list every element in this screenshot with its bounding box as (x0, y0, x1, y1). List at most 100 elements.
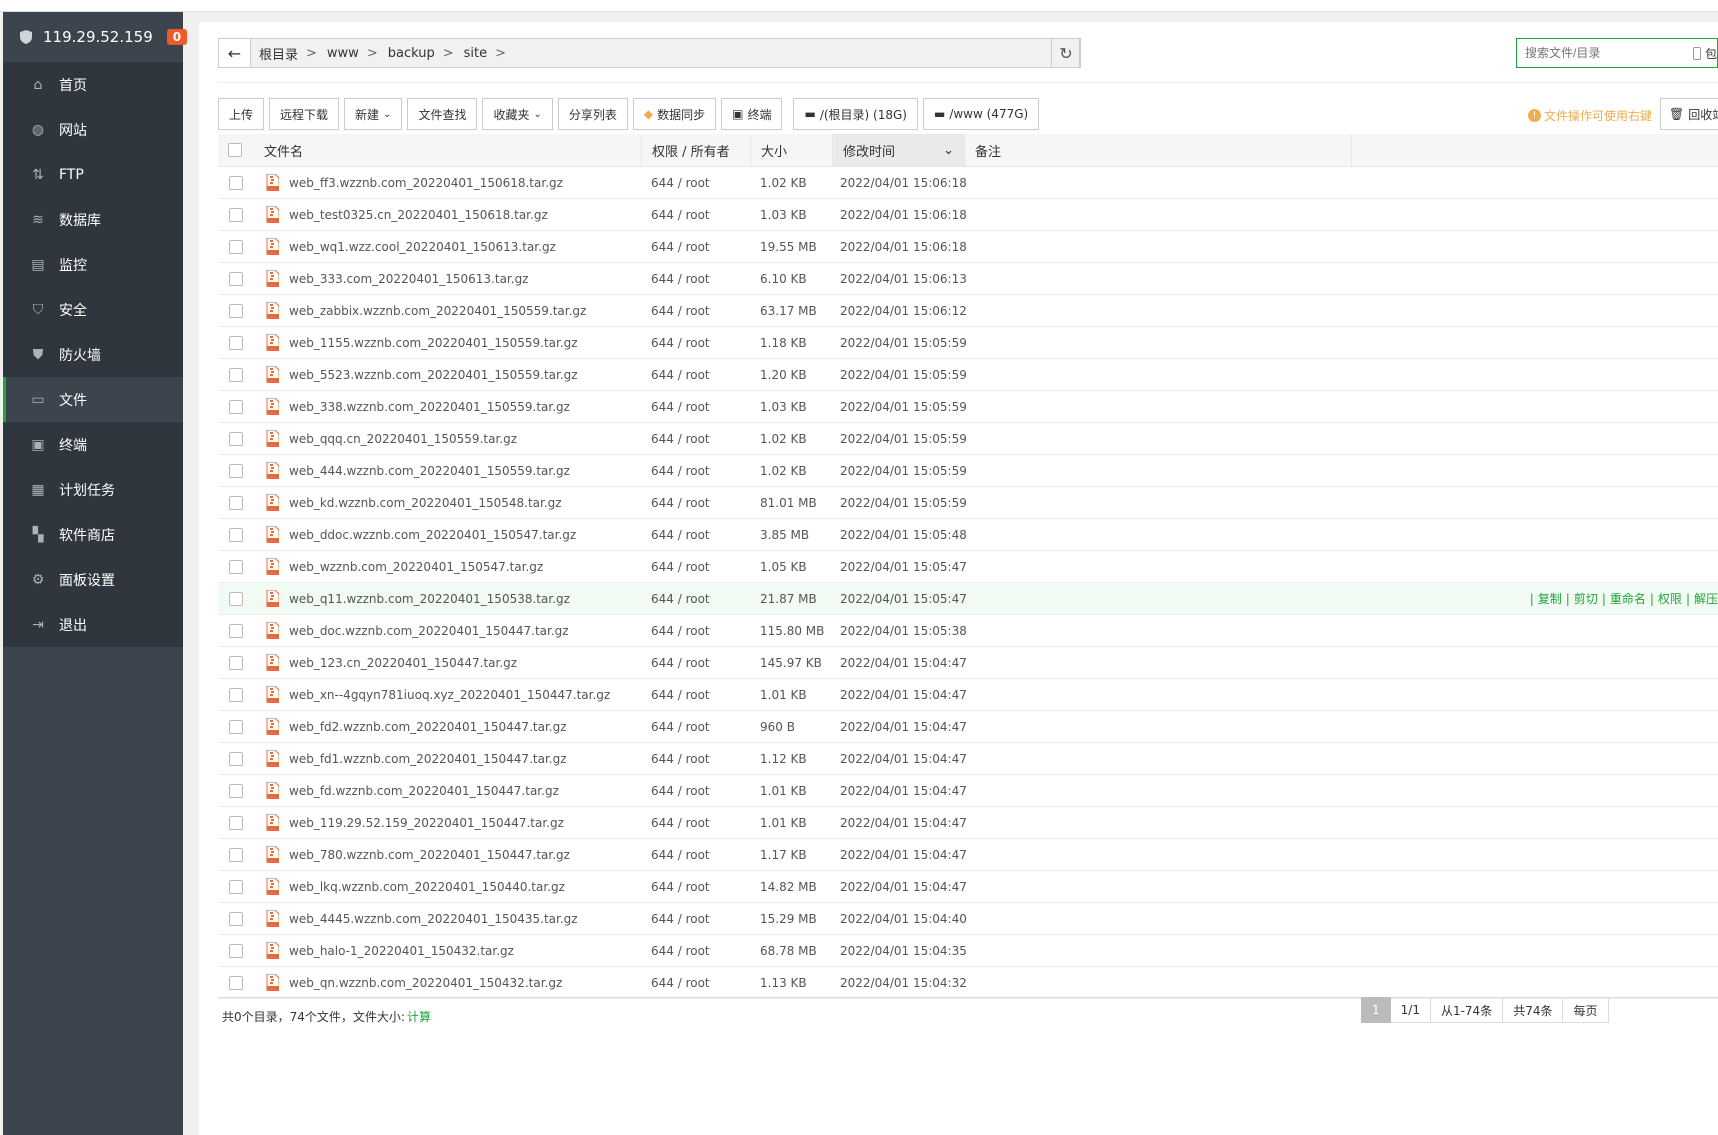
recycle-bin-button[interactable]: 🗑回收站 (1660, 98, 1718, 130)
table-row[interactable]: web_ff3.wzznb.com_20220401_150618.tar.gz… (218, 167, 1718, 199)
row-checkbox[interactable] (229, 527, 243, 542)
file-permission[interactable]: 644 / root (642, 208, 751, 222)
file-permission[interactable]: 644 / root (642, 656, 751, 670)
table-row[interactable]: web_test0325.cn_20220401_150618.tar.gz 64… (218, 199, 1718, 231)
file-permission[interactable]: 644 / root (642, 336, 751, 350)
row-checkbox[interactable] (229, 399, 243, 414)
row-checkbox[interactable] (229, 911, 243, 926)
page-size-select[interactable]: 每页 (1563, 997, 1609, 1023)
table-row[interactable]: web_qqq.cn_20220401_150559.tar.gz 644 / r… (218, 423, 1718, 455)
sidebar-item[interactable]: ▣ 终端 (3, 422, 183, 467)
file-name-cell[interactable]: web_ff3.wzznb.com_20220401_150618.tar.gz (254, 173, 642, 192)
file-name-cell[interactable]: web_zabbix.wzznb.com_20220401_150559.tar… (254, 301, 642, 320)
table-row[interactable]: web_zabbix.wzznb.com_20220401_150559.tar… (218, 295, 1718, 327)
sidebar-item[interactable]: ▭ 文件 (3, 377, 183, 422)
file-name[interactable]: web_wzznb.com_20220401_150547.tar.gz (289, 560, 543, 574)
table-row[interactable]: web_xn--4gqyn781iuoq.xyz_20220401_150447… (218, 679, 1718, 711)
file-name-cell[interactable]: web_4445.wzznb.com_20220401_150435.tar.g… (254, 909, 642, 928)
row-checkbox[interactable] (229, 591, 243, 606)
file-name[interactable]: web_ff3.wzznb.com_20220401_150618.tar.gz (289, 176, 563, 190)
table-row[interactable]: web_123.cn_20220401_150447.tar.gz 644 / r… (218, 647, 1718, 679)
file-name[interactable]: web_lkq.wzznb.com_20220401_150440.tar.gz (289, 880, 565, 894)
file-name-cell[interactable]: web_123.cn_20220401_150447.tar.gz (254, 653, 642, 672)
share-list-button[interactable]: 分享列表 (557, 98, 628, 130)
table-row[interactable]: web_fd.wzznb.com_20220401_150447.tar.gz 6… (218, 775, 1718, 807)
sidebar-item[interactable]: ▤ 监控 (3, 242, 183, 287)
file-name[interactable]: web_qqq.cn_20220401_150559.tar.gz (289, 432, 517, 446)
file-name-cell[interactable]: web_fd2.wzznb.com_20220401_150447.tar.gz (254, 717, 642, 736)
breadcrumb-item[interactable]: www (327, 46, 359, 61)
row-checkbox[interactable] (229, 303, 243, 318)
column-name[interactable]: 文件名 (254, 133, 642, 167)
row-checkbox[interactable] (229, 559, 243, 574)
calculate-link[interactable]: 计算 (407, 1008, 431, 1025)
file-name-cell[interactable]: web_q11.wzznb.com_20220401_150538.tar.gz (254, 589, 642, 608)
file-name-cell[interactable]: web_fd.wzznb.com_20220401_150447.tar.gz (254, 781, 642, 800)
file-name[interactable]: web_4445.wzznb.com_20220401_150435.tar.g… (289, 912, 578, 926)
file-permission[interactable]: 644 / root (642, 912, 751, 926)
notification-badge[interactable]: 0 (166, 29, 188, 45)
file-name-cell[interactable]: web_test0325.cn_20220401_150618.tar.gz (254, 205, 642, 224)
column-modified-time[interactable]: 修改时间 ⌄ (833, 133, 965, 167)
table-row[interactable]: web_333.com_20220401_150613.tar.gz 644 / … (218, 263, 1718, 295)
file-name[interactable]: web_fd.wzznb.com_20220401_150447.tar.gz (289, 784, 559, 798)
disk-root-button[interactable]: ▬/(根目录) (18G) (793, 98, 918, 130)
back-arrow-icon[interactable]: ← (219, 39, 251, 67)
file-name-cell[interactable]: web_wq1.wzz.cool_20220401_150613.tar.gz (254, 237, 642, 256)
file-permission[interactable]: 644 / root (642, 304, 751, 318)
file-name-cell[interactable]: web_fd1.wzznb.com_20220401_150447.tar.gz (254, 749, 642, 768)
refresh-icon[interactable]: ↻ (1051, 38, 1081, 68)
new-button[interactable]: 新建 ⌄ (344, 98, 403, 130)
file-name[interactable]: web_fd2.wzznb.com_20220401_150447.tar.gz (289, 720, 567, 734)
column-permission[interactable]: 权限 / 所有者 (642, 133, 751, 167)
row-checkbox[interactable] (229, 847, 243, 862)
file-permission[interactable]: 644 / root (642, 400, 751, 414)
file-name-cell[interactable]: web_qqq.cn_20220401_150559.tar.gz (254, 429, 642, 448)
row-checkbox[interactable] (229, 175, 243, 190)
file-permission[interactable]: 644 / root (642, 368, 751, 382)
sidebar-item[interactable]: ⛊ 防火墙 (3, 332, 183, 377)
sidebar-item[interactable]: ⇅ FTP (3, 152, 183, 197)
row-action-1[interactable]: 剪切 (1574, 592, 1598, 606)
table-row[interactable]: web_119.29.52.159_20220401_150447.tar.gz… (218, 807, 1718, 839)
file-name-cell[interactable]: web_xn--4gqyn781iuoq.xyz_20220401_150447… (254, 685, 642, 704)
sidebar-item[interactable]: ≋ 数据库 (3, 197, 183, 242)
file-name[interactable]: web_zabbix.wzznb.com_20220401_150559.tar… (289, 304, 586, 318)
file-name[interactable]: web_q11.wzznb.com_20220401_150538.tar.gz (289, 592, 570, 606)
row-checkbox[interactable] (229, 495, 243, 510)
file-name-cell[interactable]: web_338.wzznb.com_20220401_150559.tar.gz (254, 397, 642, 416)
file-name[interactable]: web_test0325.cn_20220401_150618.tar.gz (289, 208, 548, 222)
file-permission[interactable]: 644 / root (642, 816, 751, 830)
favorites-button[interactable]: 收藏夹 ⌄ (482, 98, 553, 130)
row-checkbox[interactable] (229, 783, 243, 798)
remote-download-button[interactable]: 远程下载 (269, 98, 340, 130)
table-row[interactable]: web_444.wzznb.com_20220401_150559.tar.gz… (218, 455, 1718, 487)
file-name-cell[interactable]: web_lkq.wzznb.com_20220401_150440.tar.gz (254, 877, 642, 896)
file-permission[interactable]: 644 / root (642, 272, 751, 286)
terminal-button[interactable]: ▣ 终端 (721, 98, 783, 130)
file-name[interactable]: web_1155.wzznb.com_20220401_150559.tar.g… (289, 336, 578, 350)
row-checkbox[interactable] (229, 207, 243, 222)
breadcrumb-item[interactable]: backup (388, 46, 435, 61)
file-name[interactable]: web_123.cn_20220401_150447.tar.gz (289, 656, 517, 670)
sidebar-item[interactable]: ◍ 网站 (3, 107, 183, 152)
sidebar-item[interactable]: ▦ 计划任务 (3, 467, 183, 512)
row-action-2[interactable]: 重命名 (1610, 592, 1646, 606)
file-name-cell[interactable]: web_doc.wzznb.com_20220401_150447.tar.gz (254, 621, 642, 640)
file-permission[interactable]: 644 / root (642, 592, 751, 606)
data-sync-button[interactable]: ◆ 数据同步 (632, 98, 717, 130)
file-permission[interactable]: 644 / root (642, 464, 751, 478)
sidebar-item[interactable]: ▚ 软件商店 (3, 512, 183, 557)
table-row[interactable]: web_q11.wzznb.com_20220401_150538.tar.gz… (218, 583, 1718, 615)
page-current[interactable]: 1 (1361, 997, 1391, 1023)
file-permission[interactable]: 644 / root (642, 624, 751, 638)
file-name[interactable]: web_xn--4gqyn781iuoq.xyz_20220401_150447… (289, 688, 610, 702)
row-checkbox[interactable] (229, 815, 243, 830)
file-name[interactable]: web_338.wzznb.com_20220401_150559.tar.gz (289, 400, 570, 414)
row-checkbox[interactable] (229, 655, 243, 670)
file-search-button[interactable]: 文件查找 (407, 98, 478, 130)
table-row[interactable]: web_kd.wzznb.com_20220401_150548.tar.gz 6… (218, 487, 1718, 519)
upload-button[interactable]: 上传 (218, 98, 265, 130)
row-checkbox[interactable] (229, 687, 243, 702)
row-action-4[interactable]: 解压 (1694, 592, 1718, 606)
